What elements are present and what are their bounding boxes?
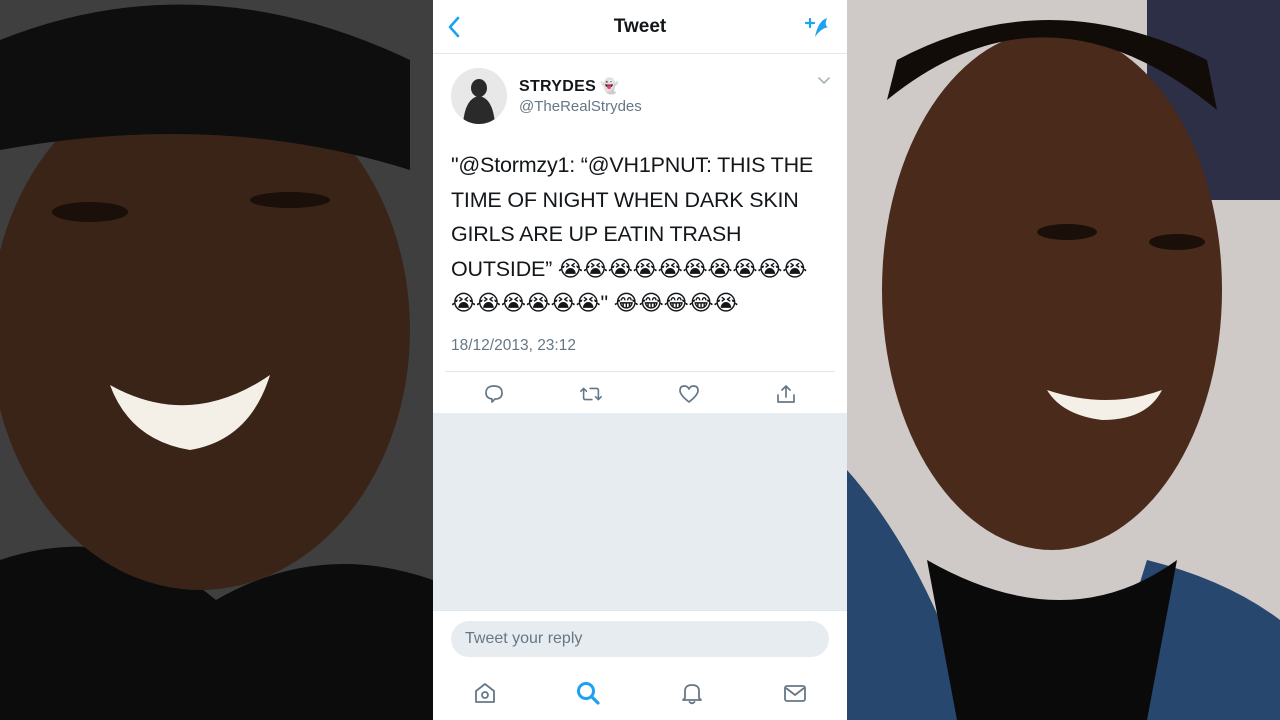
avatar-image [451, 68, 507, 124]
left-photo [0, 0, 433, 720]
page-title: Tweet [613, 15, 667, 37]
reply-bar: Tweet your reply [433, 610, 847, 666]
tab-messages[interactable] [781, 679, 809, 707]
chevron-down-icon[interactable] [817, 76, 831, 86]
tab-bar [433, 666, 847, 720]
share-button[interactable] [774, 382, 798, 406]
tweet: STRYDES 👻 @TheRealStrydes "@Stormzy1: “@V… [433, 54, 847, 355]
reply-button[interactable] [482, 382, 506, 406]
reply-input[interactable]: Tweet your reply [451, 621, 829, 657]
like-button[interactable] [677, 382, 701, 406]
home-icon [474, 683, 495, 703]
right-photo [847, 0, 1280, 720]
empty-replies-area [433, 413, 847, 610]
tab-home[interactable] [471, 679, 499, 707]
avatar[interactable] [451, 68, 507, 124]
tab-search[interactable] [574, 679, 602, 707]
search-icon [577, 682, 600, 705]
right-photo-illustration [847, 0, 1280, 720]
user-handle: @TheRealStrydes [519, 98, 642, 115]
author-names: STRYDES 👻 @TheRealStrydes [519, 77, 642, 115]
navigation-bar: Tweet [433, 0, 847, 54]
tweet-actions [445, 370, 835, 417]
tweet-text: "@Stormzy1: “@VH1PNUT: THIS THE TIME OF … [451, 153, 814, 315]
display-name: STRYDES [519, 78, 597, 95]
reply-icon [484, 385, 503, 403]
tab-notifications[interactable] [678, 679, 706, 707]
heart-icon [678, 385, 699, 403]
retweet-button[interactable] [579, 382, 603, 406]
retweet-icon [580, 387, 603, 401]
display-name-row: STRYDES 👻 [519, 77, 642, 96]
compose-icon[interactable] [803, 15, 831, 41]
tweet-screen: Tweet STRYDES 👻 @TheRealStrydes "@Stormz… [433, 0, 847, 720]
share-icon [777, 385, 796, 403]
mail-icon [784, 685, 807, 702]
tweet-author[interactable]: STRYDES 👻 @TheRealStrydes [451, 68, 829, 124]
chevron-left-icon[interactable] [447, 16, 461, 38]
bell-icon [681, 684, 702, 705]
ghost-emoji: 👻 [600, 78, 619, 95]
left-photo-illustration [0, 0, 433, 720]
tweet-timestamp: 18/12/2013, 23:12 [451, 336, 576, 354]
